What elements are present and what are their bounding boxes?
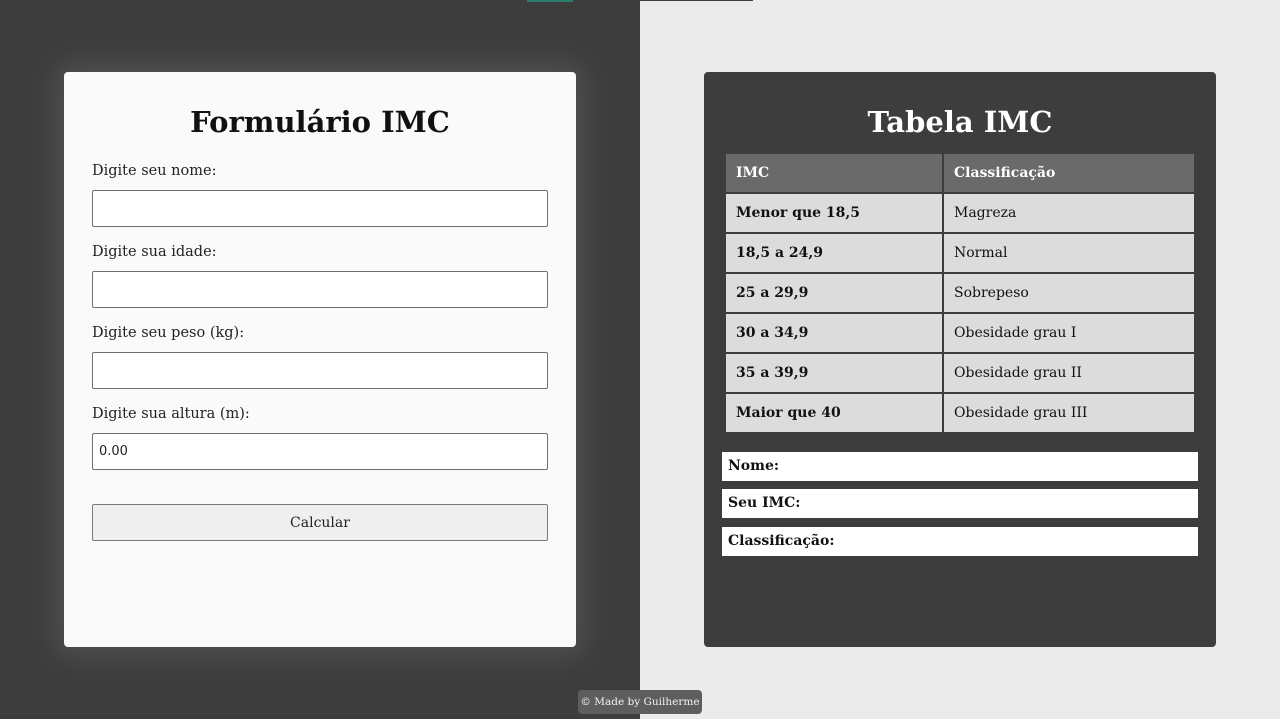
imc-range-cell: 25 a 29,9 — [724, 272, 944, 314]
table-row: 25 a 29,9 Sobrepeso — [724, 272, 1196, 314]
imc-range-cell: 30 a 34,9 — [724, 312, 944, 354]
name-label: Digite seu nome: — [92, 163, 217, 179]
imc-range-cell: 18,5 a 24,9 — [724, 232, 944, 274]
top-accent-bar — [527, 0, 573, 2]
weight-label: Digite seu peso (kg): — [92, 325, 245, 341]
classification-cell: Normal — [942, 232, 1196, 274]
classification-cell: Obesidade grau II — [942, 352, 1196, 394]
table-header-row: IMC Classificação — [724, 152, 1196, 194]
imc-table-card: Tabela IMC IMC Classificação Menor que 1… — [704, 72, 1216, 647]
imc-range-cell: Menor que 18,5 — [724, 192, 944, 234]
age-label: Digite sua idade: — [92, 244, 217, 260]
height-input[interactable] — [92, 433, 548, 470]
name-input[interactable] — [92, 190, 548, 227]
classification-cell: Obesidade grau I — [942, 312, 1196, 354]
footer-credit: © Made by Guilherme — [578, 690, 702, 714]
table-row: 18,5 a 24,9 Normal — [724, 232, 1196, 274]
classification-cell: Obesidade grau III — [942, 392, 1196, 434]
form-title: Formulário IMC — [190, 105, 450, 139]
top-divider-line — [573, 0, 753, 1]
table-row: Maior que 40 Obesidade grau III — [724, 392, 1196, 434]
result-imc: Seu IMC: — [722, 489, 1198, 518]
classification-cell: Magreza — [942, 192, 1196, 234]
calculate-button[interactable]: Calcular — [92, 504, 548, 541]
table-row: Menor que 18,5 Magreza — [724, 192, 1196, 234]
weight-input[interactable] — [92, 352, 548, 389]
table-row: 35 a 39,9 Obesidade grau II — [724, 352, 1196, 394]
imc-table: IMC Classificação Menor que 18,5 Magreza… — [724, 152, 1196, 434]
imc-range-cell: Maior que 40 — [724, 392, 944, 434]
classification-cell: Sobrepeso — [942, 272, 1196, 314]
table-title: Tabela IMC — [867, 105, 1053, 139]
header-imc: IMC — [724, 152, 944, 194]
header-classification: Classificação — [942, 152, 1196, 194]
result-name: Nome: — [722, 452, 1198, 481]
imc-form-card: Formulário IMC Digite seu nome: Digite s… — [64, 72, 576, 647]
result-classification: Classificação: — [722, 527, 1198, 556]
height-label: Digite sua altura (m): — [92, 406, 250, 422]
imc-range-cell: 35 a 39,9 — [724, 352, 944, 394]
table-row: 30 a 34,9 Obesidade grau I — [724, 312, 1196, 354]
age-input[interactable] — [92, 271, 548, 308]
